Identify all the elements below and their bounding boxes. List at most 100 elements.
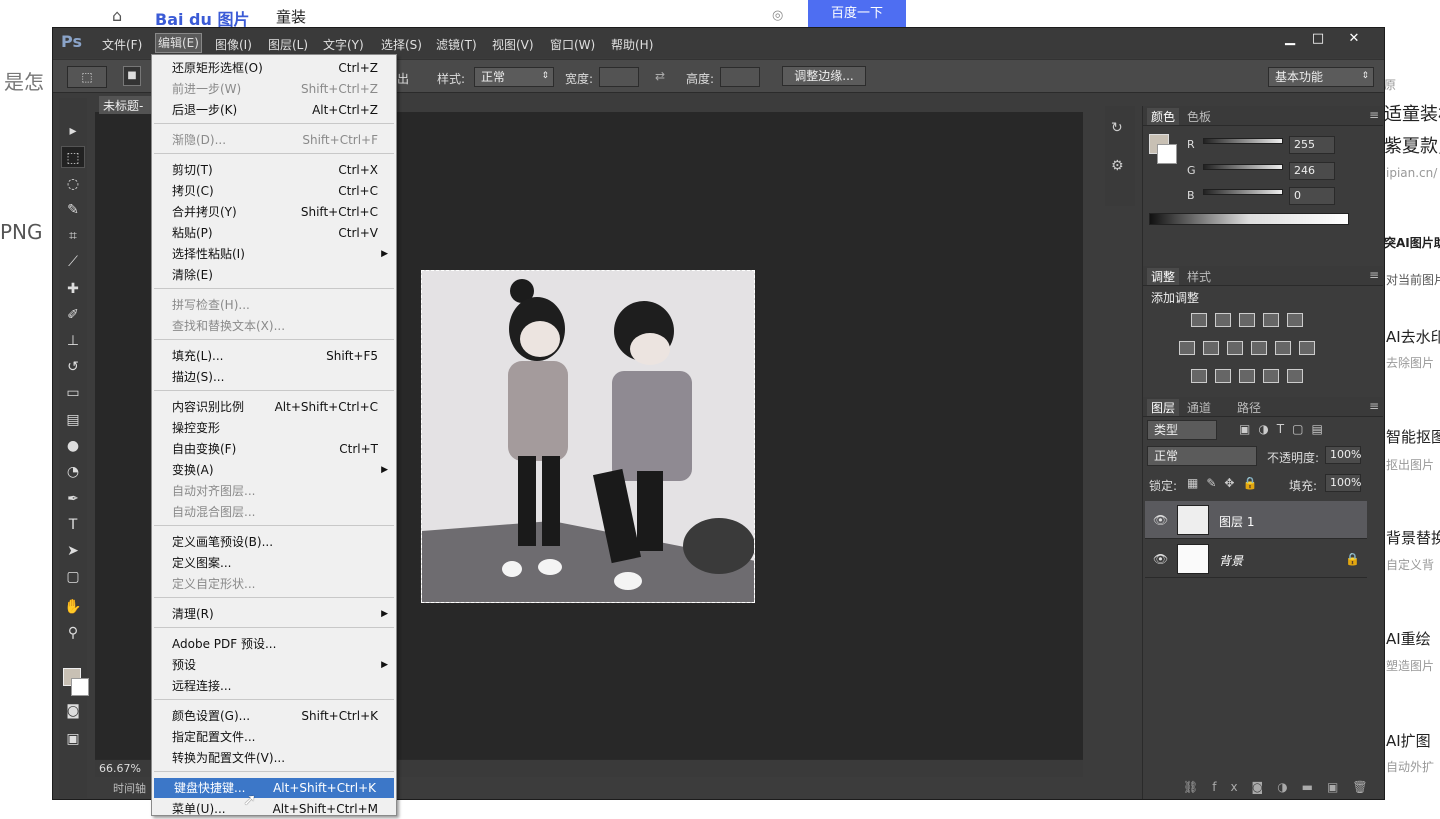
menu-edit[interactable]: 编辑(E) <box>155 33 202 53</box>
menu-item[interactable]: 指定配置文件... <box>152 727 396 747</box>
marquee-tool-icon[interactable]: ⬚ <box>67 66 107 88</box>
maximize-button[interactable]: □ <box>1303 30 1333 48</box>
color-lookup-icon[interactable] <box>1299 341 1315 355</box>
bg-swatch[interactable] <box>1157 144 1177 164</box>
menu-item[interactable]: 预设 ▶ <box>152 655 396 675</box>
panel-menu-icon[interactable]: ≡ <box>1369 108 1379 122</box>
color-ramp[interactable] <box>1149 213 1349 225</box>
menu-item[interactable]: 操控变形 <box>152 418 396 438</box>
height-input[interactable] <box>720 67 760 87</box>
r-input[interactable]: 255 <box>1289 136 1335 154</box>
quick-mask-icon[interactable]: ◙ <box>61 700 85 722</box>
menu-item[interactable]: 远程连接... <box>152 676 396 696</box>
menu-item[interactable]: 剪切(T) Ctrl+X <box>152 160 396 180</box>
dodge-tool-icon[interactable]: ◔ <box>61 461 85 483</box>
menu-filter[interactable]: 滤镜(T) <box>436 36 477 53</box>
pen-tool-icon[interactable]: ✒ <box>61 488 85 510</box>
layer-name[interactable]: 图层 1 <box>1219 513 1254 530</box>
lasso-tool-icon[interactable]: ◌ <box>61 173 85 195</box>
menu-item[interactable]: 转换为配置文件(V)... <box>152 748 396 768</box>
zoom-tool-icon[interactable]: ⚲ <box>61 622 85 644</box>
layer-filter-select[interactable]: 类型 <box>1147 420 1217 440</box>
menu-item[interactable]: 清理(R) ▶ <box>152 604 396 624</box>
g-input[interactable]: 246 <box>1289 162 1335 180</box>
workspace-select[interactable]: 基本功能 ⇕ <box>1268 67 1374 87</box>
posterize-icon[interactable] <box>1215 369 1231 383</box>
background-color-swatch[interactable] <box>71 678 89 696</box>
menu-image[interactable]: 图像(I) <box>215 36 252 53</box>
search-button[interactable]: 百度一下 <box>808 0 906 27</box>
history-brush-icon[interactable]: ↺ <box>61 356 85 378</box>
menu-item[interactable]: 还原矩形选框(O) Ctrl+Z <box>152 58 396 78</box>
hand-tool-icon[interactable]: ✋ <box>61 596 85 618</box>
vibrance-icon[interactable] <box>1287 313 1303 327</box>
menu-item[interactable]: 选择性粘贴(I) ▶ <box>152 244 396 264</box>
menu-item[interactable]: 清除(E) <box>152 265 396 285</box>
type-tool-icon[interactable]: T <box>61 514 85 536</box>
menu-item[interactable]: 内容识别比例 Alt+Shift+Ctrl+C <box>152 397 396 417</box>
menu-file[interactable]: 文件(F) <box>102 36 142 53</box>
menu-item[interactable]: 拷贝(C) Ctrl+C <box>152 181 396 201</box>
blend-mode-select[interactable]: 正常 <box>1147 446 1257 466</box>
menu-item[interactable]: 粘贴(P) Ctrl+V <box>152 223 396 243</box>
tab-channels[interactable]: 通道 <box>1187 399 1211 416</box>
swap-icon[interactable]: ⇄ <box>655 69 665 83</box>
opacity-input[interactable]: 100% <box>1325 446 1361 464</box>
document-tab[interactable]: 未标题- <box>99 96 159 114</box>
tab-swatches[interactable]: 色板 <box>1187 108 1211 125</box>
r-slider[interactable] <box>1203 138 1283 144</box>
image-canvas[interactable] <box>421 270 755 603</box>
menu-item[interactable]: 自由变换(F) Ctrl+T <box>152 439 396 459</box>
layer-name[interactable]: 背景 <box>1219 552 1243 569</box>
exposure-icon[interactable] <box>1263 313 1279 327</box>
right-text[interactable]: AI重绘 <box>1386 628 1440 649</box>
timeline-tab[interactable]: 时间轴 <box>113 780 146 796</box>
hue-sat-icon[interactable] <box>1179 341 1195 355</box>
menu-item[interactable]: 菜单(U)... Alt+Shift+Ctrl+M <box>152 799 396 819</box>
move-tool-icon[interactable]: ▸ <box>61 120 85 142</box>
gradient-tool-icon[interactable]: ▤ <box>61 409 85 431</box>
color-balance-icon[interactable] <box>1203 341 1219 355</box>
tab-color[interactable]: 颜色 <box>1147 108 1180 125</box>
style-select[interactable]: 正常 ⇕ <box>474 67 554 87</box>
menu-item[interactable]: 键盘快捷键... Alt+Shift+Ctrl+K <box>154 778 394 798</box>
photo-filter-icon[interactable] <box>1251 341 1267 355</box>
brush-tool-icon[interactable]: ✐ <box>61 304 85 326</box>
refine-edge-button[interactable]: 调整边缘... <box>782 66 866 86</box>
properties-panel-icon[interactable]: ⚙ <box>1111 158 1124 174</box>
screen-mode-icon[interactable]: ▣ <box>61 728 85 750</box>
menu-item[interactable]: 定义图案... <box>152 553 396 573</box>
blur-tool-icon[interactable]: ● <box>61 435 85 457</box>
right-text[interactable]: 紫夏款, <box>1384 132 1440 158</box>
channel-mixer-icon[interactable] <box>1275 341 1291 355</box>
minimize-button[interactable]: ▁ <box>1275 30 1305 48</box>
eraser-tool-icon[interactable]: ▭ <box>61 382 85 404</box>
tab-layers[interactable]: 图层 <box>1147 399 1180 416</box>
fill-input[interactable]: 100% <box>1325 474 1361 492</box>
path-select-icon[interactable]: ➤ <box>61 540 85 562</box>
invert-icon[interactable] <box>1191 369 1207 383</box>
levels-icon[interactable] <box>1215 313 1231 327</box>
layer-row[interactable]: 👁 图层 1 <box>1145 501 1367 539</box>
rect-marquee-tool-icon[interactable]: ⬚ <box>61 146 85 168</box>
layer-row[interactable]: 👁 背景 🔒 <box>1145 540 1367 578</box>
new-selection-icon[interactable]: ■ <box>123 66 141 86</box>
tab-styles[interactable]: 样式 <box>1187 268 1211 285</box>
search-input[interactable]: 童装 <box>276 6 306 27</box>
shape-tool-icon[interactable]: ▢ <box>61 566 85 588</box>
menu-item[interactable]: 描边(S)... <box>152 367 396 387</box>
selective-color-icon[interactable] <box>1263 369 1279 383</box>
g-slider[interactable] <box>1203 164 1283 170</box>
filter-icons[interactable]: ▣◑T▢▤ <box>1239 422 1331 436</box>
menu-item[interactable]: 定义画笔预设(B)... <box>152 532 396 552</box>
healing-tool-icon[interactable]: ✚ <box>61 278 85 300</box>
right-text[interactable]: 适童装林 <box>1384 100 1440 126</box>
stamp-tool-icon[interactable]: ⊥ <box>61 330 85 352</box>
b-slider[interactable] <box>1203 189 1283 195</box>
panel-menu-icon[interactable]: ≡ <box>1369 399 1379 413</box>
right-text[interactable]: 智能抠图 <box>1386 426 1440 447</box>
menu-layer[interactable]: 图层(L) <box>268 36 308 53</box>
menu-item[interactable]: 后退一步(K) Alt+Ctrl+Z <box>152 100 396 120</box>
bw-icon[interactable] <box>1227 341 1243 355</box>
right-text[interactable]: 背景替换 <box>1386 527 1440 548</box>
